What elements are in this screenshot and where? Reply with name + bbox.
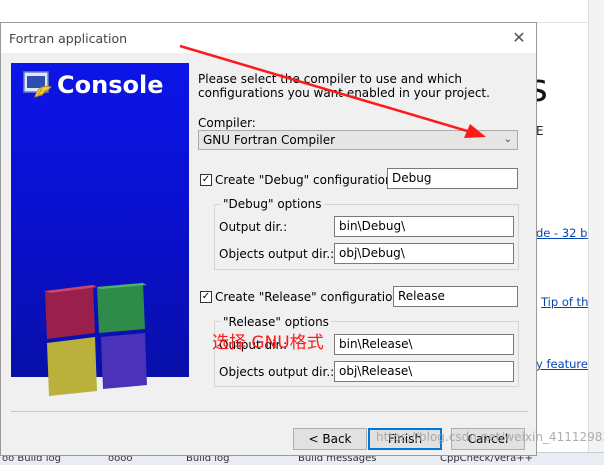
background-letter-fragment: E <box>536 124 544 138</box>
debug-output-field[interactable]: bin\Debug\ <box>334 216 514 237</box>
debug-objects-label: Objects output dir.: <box>219 247 335 261</box>
release-options-title: "Release" options <box>221 315 331 329</box>
button-separator <box>11 411 528 412</box>
debug-checkbox-label: Create "Debug" configuration: <box>215 173 397 187</box>
background-link[interactable]: y feature <box>536 357 588 371</box>
cubes-logo-icon <box>45 283 147 396</box>
background-top-strip <box>0 0 604 23</box>
back-button[interactable]: < Back <box>293 428 367 450</box>
intro-text: Please select the compiler to use and wh… <box>198 72 490 100</box>
close-icon[interactable]: ✕ <box>510 29 528 47</box>
debug-name-field[interactable]: Debug <box>387 168 518 189</box>
background-scrollbar[interactable] <box>588 0 604 464</box>
annotation-text: 选择 GNU格式 <box>212 333 324 353</box>
compiler-label: Compiler: <box>198 116 256 130</box>
release-objects-label: Objects output dir.: <box>219 365 335 379</box>
dialog-titlebar[interactable]: Fortran application ✕ <box>1 23 536 53</box>
compiler-select[interactable]: GNU Fortran Compiler ⌄ <box>198 130 518 150</box>
watermark: https://blog.csdn.net/weixin_41112983 <box>376 430 604 444</box>
debug-objects-field[interactable]: obj\Debug\ <box>334 243 514 264</box>
wizard-banner: Console <box>11 63 189 396</box>
release-output-field[interactable]: bin\Release\ <box>334 334 514 355</box>
release-checkbox[interactable]: ✓ <box>200 291 212 303</box>
debug-output-label: Output dir.: <box>219 220 288 234</box>
console-app-icon <box>23 71 52 98</box>
release-checkbox-label: Create "Release" configuration: <box>215 290 405 304</box>
debug-checkbox[interactable]: ✓ <box>200 174 212 186</box>
compiler-select-value: GNU Fortran Compiler <box>203 133 336 147</box>
dialog-title: Fortran application <box>9 31 128 46</box>
chevron-down-icon: ⌄ <box>503 134 512 145</box>
debug-options-title: "Debug" options <box>221 197 324 211</box>
release-name-field[interactable]: Release <box>393 286 518 307</box>
fortran-application-dialog: Fortran application ✕ Console Please sel… <box>0 22 537 456</box>
background-link[interactable]: de - 32 bit <box>536 226 595 240</box>
release-objects-field[interactable]: obj\Release\ <box>334 361 514 382</box>
banner-title: Console <box>57 71 164 99</box>
